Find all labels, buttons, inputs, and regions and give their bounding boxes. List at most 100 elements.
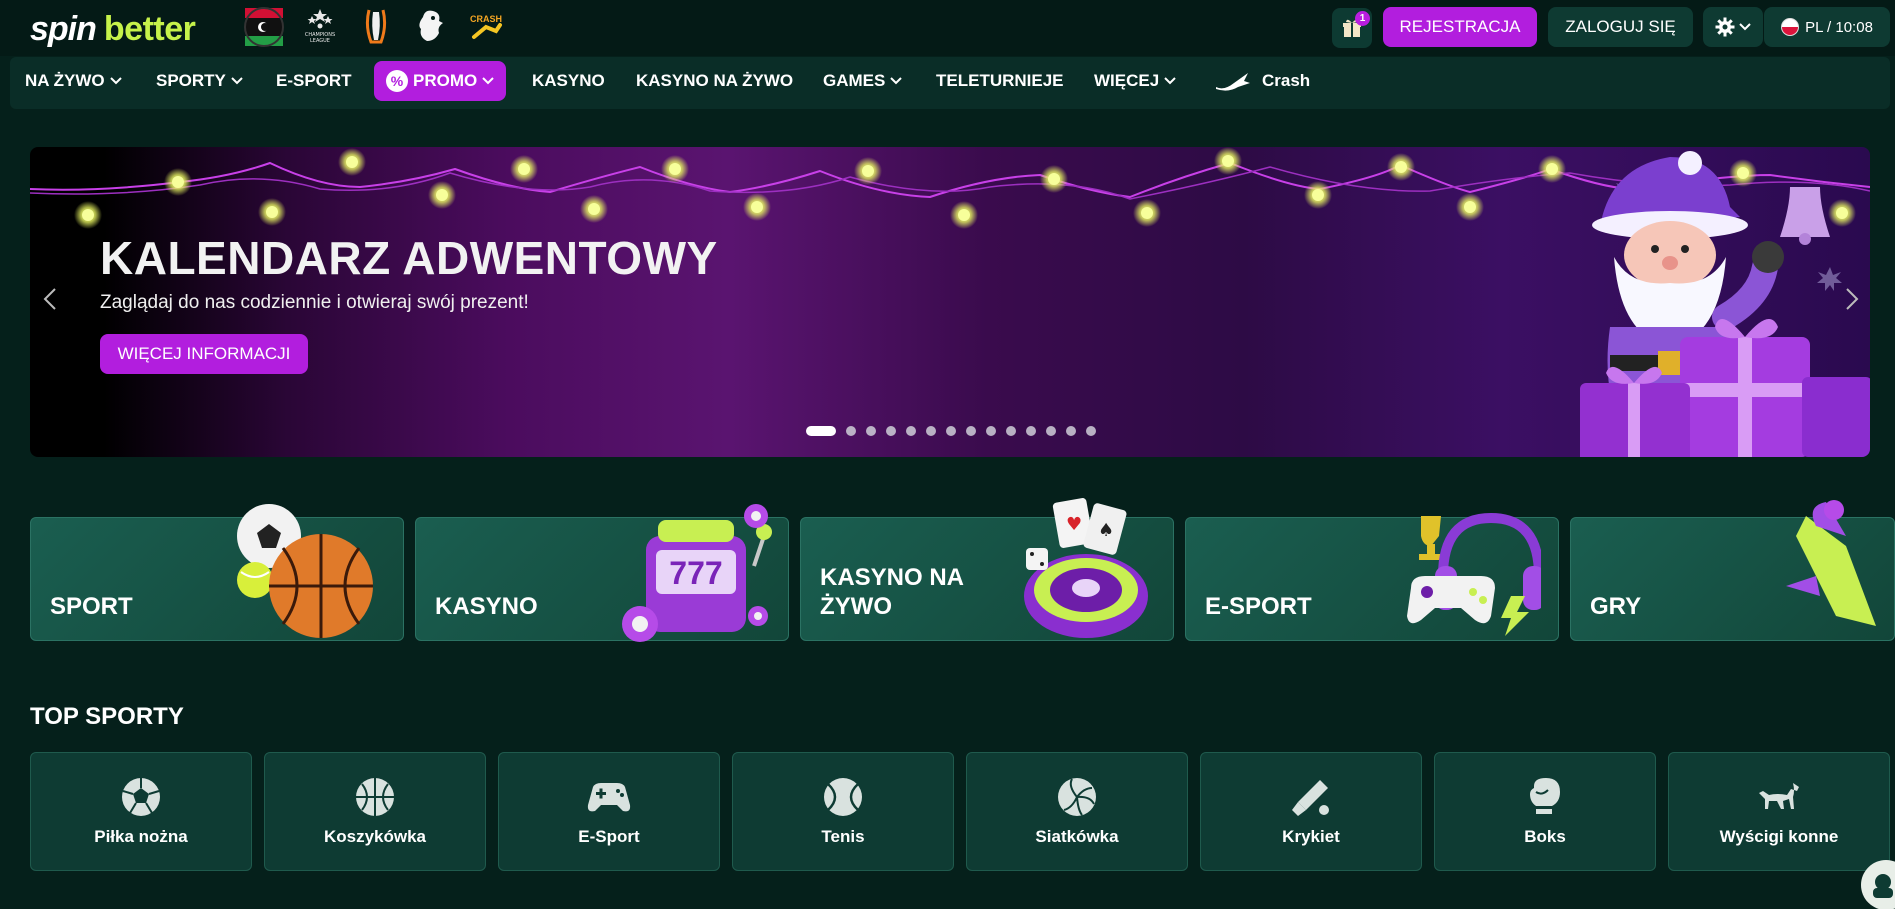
pagination-dot[interactable] xyxy=(806,426,836,436)
games-plane-icon xyxy=(1786,500,1876,626)
pagination-dot[interactable] xyxy=(886,426,896,436)
gift-button[interactable]: 1 xyxy=(1332,8,1372,48)
more-info-button[interactable]: WIĘCEJ INFORMACJI xyxy=(100,334,308,374)
category-card-kasyno-na-zywo[interactable]: ♥ ♠ KASYNO NA ŻYWO xyxy=(800,498,1174,641)
chevron-right-icon xyxy=(1846,288,1859,310)
champions-league-icon[interactable]: CHAMPIONS LEAGUE xyxy=(300,6,340,48)
premier-league-icon[interactable] xyxy=(410,6,450,48)
register-button[interactable]: REJESTRACJA xyxy=(1383,7,1537,47)
category-card-gry[interactable]: GRY xyxy=(1570,500,1895,641)
poland-flag-icon xyxy=(1781,18,1800,36)
banner-next-button[interactable] xyxy=(1840,287,1864,311)
sport-tile-e-sport[interactable]: E-Sport xyxy=(498,752,720,871)
nav-item-label: NA ŻYWO xyxy=(25,71,105,90)
nav-item-na-zywo[interactable]: NA ŻYWO xyxy=(25,61,122,101)
pagination-dot[interactable] xyxy=(946,426,956,436)
category-card-sport[interactable]: SPORT xyxy=(30,504,404,641)
logo-text-better: better xyxy=(103,10,196,48)
chevron-down-icon xyxy=(1739,23,1751,31)
europa-league-icon[interactable] xyxy=(356,6,396,48)
pagination-dot[interactable] xyxy=(866,426,876,436)
nav-item-e-sport[interactable]: E-SPORT xyxy=(276,61,352,101)
pagination-dot[interactable] xyxy=(846,426,856,436)
percent-icon: % xyxy=(386,70,408,92)
sport-tile-boks[interactable]: Boks xyxy=(1434,752,1656,871)
svg-text:♥: ♥ xyxy=(1066,514,1082,535)
svg-text:♠: ♠ xyxy=(1098,520,1114,541)
sport-tile-pilka-nozna[interactable]: Piłka nożna xyxy=(30,752,252,871)
crash-game-icon[interactable]: CRASH xyxy=(466,6,506,48)
volleyball-icon xyxy=(1058,778,1096,816)
soccer-ball-icon xyxy=(122,778,160,816)
santa-illustration xyxy=(1580,151,1870,457)
promo-banner[interactable]: KALENDARZ ADWENTOWY Zaglądaj do nas codz… xyxy=(30,147,1870,457)
pagination-dot[interactable] xyxy=(1006,426,1016,436)
category-label: SPORT xyxy=(50,593,133,621)
pagination-dot[interactable] xyxy=(1066,426,1076,436)
category-label: GRY xyxy=(1590,593,1642,621)
gift-count-badge: 1 xyxy=(1355,11,1370,26)
pagination-dot[interactable] xyxy=(926,426,936,436)
settings-button[interactable] xyxy=(1703,7,1763,47)
main-navigation: NA ŻYWO SPORTY E-SPORT % PROMO KASYNO KA… xyxy=(10,57,1890,109)
chevron-down-icon xyxy=(890,77,903,85)
logo-text-spin: spin xyxy=(30,10,97,48)
gamepad-icon xyxy=(587,783,631,812)
nav-item-kasyno-na-zywo[interactable]: KASYNO NA ŻYWO xyxy=(636,61,793,101)
banner-prev-button[interactable] xyxy=(38,287,62,311)
pagination-dot[interactable] xyxy=(1046,426,1056,436)
sport-tile-koszykowka[interactable]: Koszykówka xyxy=(264,752,486,871)
nav-item-crash[interactable]: Crash xyxy=(1214,61,1310,101)
sport-label: Boks xyxy=(1524,827,1566,846)
chat-icon xyxy=(1873,874,1893,898)
nav-item-label: Crash xyxy=(1262,71,1311,90)
nav-item-sporty[interactable]: SPORTY xyxy=(156,61,243,101)
login-button[interactable]: ZALOGUJ SIĘ xyxy=(1548,7,1693,47)
pagination-dot[interactable] xyxy=(986,426,996,436)
sport-label: E-Sport xyxy=(578,827,640,846)
category-label: E-SPORT xyxy=(1205,593,1312,621)
nav-item-label: TELETURNIEJE xyxy=(936,71,1064,90)
gear-icon xyxy=(1715,17,1735,37)
nav-item-label: PROMO xyxy=(413,71,478,90)
sport-label: Tenis xyxy=(821,827,865,846)
sport-tile-wyscigi-konne[interactable]: Wyścigi konne xyxy=(1668,752,1890,871)
boxing-glove-icon xyxy=(1530,778,1560,814)
nav-item-kasyno[interactable]: KASYNO xyxy=(532,61,605,101)
chevron-down-icon xyxy=(231,77,243,85)
spinbetter-logo[interactable]: spin better xyxy=(30,10,196,48)
roulette-icon: ♥ ♠ xyxy=(1024,498,1148,638)
category-label: KASYNO xyxy=(435,593,538,621)
pagination-dot[interactable] xyxy=(1086,426,1096,436)
sport-tile-siatkowka[interactable]: Siatkówka xyxy=(966,752,1188,871)
sport-tile-tenis[interactable]: Tenis xyxy=(732,752,954,871)
banner-pagination xyxy=(806,426,1096,436)
category-card-kasyno[interactable]: 777 KASYNO xyxy=(415,504,789,642)
nav-item-label: GAMES xyxy=(823,71,886,90)
nav-item-label: WIĘCEJ xyxy=(1094,71,1160,90)
airplane-icon xyxy=(1216,73,1250,91)
sport-tile-krykiet[interactable]: Krykiet xyxy=(1200,752,1422,871)
pagination-dot[interactable] xyxy=(906,426,916,436)
category-card-e-sport[interactable]: E-SPORT xyxy=(1185,512,1559,641)
nav-item-promo[interactable]: % PROMO xyxy=(374,61,507,101)
nav-item-games[interactable]: GAMES xyxy=(823,61,903,101)
language-time-label: PL / 10:08 xyxy=(1805,18,1873,36)
tennis-ball-icon xyxy=(824,778,862,816)
pagination-dot[interactable] xyxy=(966,426,976,436)
nav-item-label: KASYNO NA ŻYWO xyxy=(636,71,794,90)
sport-label: Koszykówka xyxy=(323,827,427,846)
slot-machine-icon: 777 xyxy=(622,504,772,642)
libya-flag-icon[interactable] xyxy=(244,6,284,48)
sport-label: Krykiet xyxy=(1282,827,1340,846)
nav-item-teleturnieje[interactable]: TELETURNIEJE xyxy=(936,61,1064,101)
basketball-icon xyxy=(356,778,394,816)
language-time-selector[interactable]: PL / 10:08 xyxy=(1764,7,1890,47)
nav-item-wiecej[interactable]: WIĘCEJ xyxy=(1094,61,1176,101)
support-chat-button[interactable] xyxy=(1861,860,1895,909)
nav-item-label: KASYNO xyxy=(532,71,605,90)
horse-icon xyxy=(1759,783,1799,809)
category-label: KASYNO NA ŻYWO xyxy=(820,564,964,621)
esport-headphones-icon xyxy=(1407,512,1541,636)
pagination-dot[interactable] xyxy=(1026,426,1036,436)
